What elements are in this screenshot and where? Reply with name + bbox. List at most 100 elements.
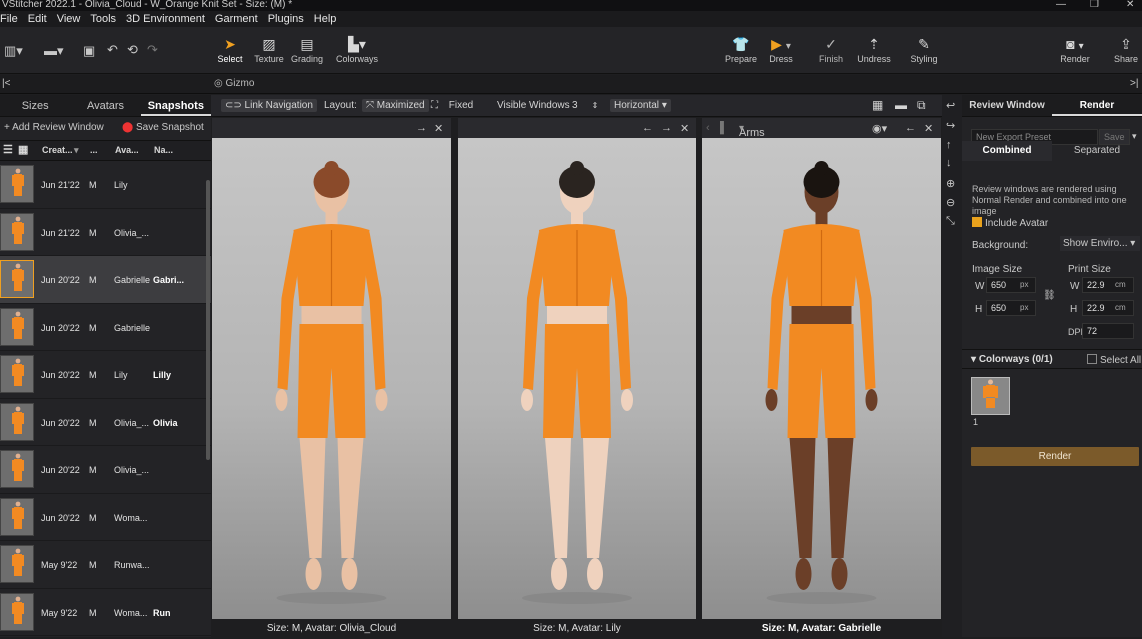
rotate-left-icon[interactable]: ↩ [946, 99, 955, 112]
menu-garment[interactable]: Garment [215, 13, 266, 25]
include-avatar-checkbox[interactable]: Include Avatar [972, 217, 1048, 229]
table-row[interactable]: Jun 20'22 M Olivia_... [0, 446, 211, 494]
tool-colorways[interactable]: ▙▾ Colorways [334, 36, 380, 64]
viewport-2[interactable]: ← → ✕ Size: M, Avatar: Lily [458, 118, 696, 637]
layout-maximized-button[interactable]: ⤧ Maximized [362, 99, 429, 112]
snapshot-scrollbar[interactable] [206, 180, 210, 460]
mode-combined[interactable]: Combined [962, 141, 1052, 161]
close-icon[interactable]: ✕ [1126, 0, 1134, 10]
fit-view-icon[interactable]: ⤡ [946, 215, 955, 228]
viewport-1-canvas[interactable] [212, 138, 451, 619]
library-icon[interactable]: ▥▾ [4, 43, 23, 59]
zoom-in-icon[interactable]: ⊕ [946, 177, 955, 190]
visibility-eye-icon[interactable]: ◉▾ [872, 122, 887, 135]
image-height-input[interactable]: 650 px [986, 300, 1036, 316]
orientation-select[interactable]: Horizontal ▾ [610, 99, 671, 112]
table-row[interactable]: Jun 20'22 M Lily Lilly [0, 351, 211, 399]
menu-plugins[interactable]: Plugins [268, 13, 312, 25]
float-window-icon[interactable]: ⧉ [917, 98, 926, 113]
table-row[interactable]: Jun 20'22 M Olivia_... Olivia [0, 399, 211, 446]
navigate-forward-icon[interactable]: → [416, 122, 427, 134]
grid-view-icon[interactable]: ▦ [18, 143, 28, 156]
table-row[interactable]: Jun 20'22 M Gabrielle Gabri... [0, 256, 211, 304]
column-created[interactable]: Creat... [42, 145, 73, 155]
tool-share[interactable]: ⇪ Share [1103, 36, 1142, 64]
viewport-1[interactable]: → ✕ Size: M, Avatar: Olivia_Cloud [212, 118, 451, 637]
tab-avatars[interactable]: Avatars [70, 95, 140, 116]
grid-layout-icon[interactable]: ▦ [872, 98, 883, 112]
minimize-icon[interactable]: — [1056, 0, 1066, 10]
folder-icon[interactable]: ▬▾ [44, 43, 64, 59]
tool-dress[interactable]: ▶ ▾ Dress [758, 36, 804, 64]
tab-snapshots[interactable]: Snapshots [140, 95, 211, 116]
column-avatar[interactable]: Ava... [115, 145, 139, 155]
background-select[interactable]: Show Enviro... ▾ [1060, 236, 1140, 251]
table-row[interactable]: Jun 20'22 M Gabrielle [0, 304, 211, 351]
print-width-input[interactable]: 22.9 cm [1082, 277, 1134, 293]
menu-tools[interactable]: Tools [90, 13, 124, 25]
table-row[interactable]: Jun 21'22 M Lily [0, 161, 211, 209]
colorways-icon: ▙▾ [348, 36, 366, 52]
undo-icon[interactable]: ↶ [107, 42, 118, 58]
stepper-icon[interactable]: ⇕ [592, 101, 599, 110]
link-aspect-icon[interactable]: ⛓ [1043, 290, 1056, 301]
tab-review-window[interactable]: Review Window [962, 95, 1052, 116]
collapse-right-icon[interactable]: >| [1130, 78, 1138, 89]
redo-icon[interactable]: ↷ [147, 42, 158, 58]
menu-view[interactable]: View [57, 13, 89, 25]
rotate-right-icon[interactable]: ↪ [946, 119, 955, 132]
collapse-left-icon[interactable]: |< [2, 78, 10, 89]
navigate-back-icon[interactable]: ← [905, 122, 916, 134]
close-viewport-icon[interactable]: ✕ [434, 122, 443, 135]
single-layout-icon[interactable]: ▬ [895, 98, 907, 112]
table-row[interactable]: May 9'22 M Runwa... [0, 541, 211, 589]
column-size[interactable]: ... [90, 145, 98, 155]
table-row[interactable]: Jun 20'22 M Woma... [0, 494, 211, 541]
tab-sizes[interactable]: Sizes [0, 95, 70, 116]
maximize-icon[interactable]: ❐ [1090, 0, 1099, 10]
menu-help[interactable]: Help [314, 13, 345, 25]
tool-finish[interactable]: ✓ Finish [808, 36, 854, 64]
navigate-back-icon[interactable]: ← [642, 122, 653, 134]
print-height-input[interactable]: 22.9 cm [1082, 300, 1134, 316]
pose-select[interactable]: Arms Down ▾ [739, 123, 767, 151]
visible-windows-input[interactable]: 3 ⇕ [572, 100, 598, 111]
save-snapshot-button[interactable]: ⬤ Save Snapshot [122, 122, 204, 133]
close-viewport-icon[interactable]: ✕ [924, 122, 933, 135]
link-navigation-button[interactable]: ⊂⊃ Link Navigation [221, 99, 317, 112]
table-row[interactable]: May 9'22 M Woma... Run [0, 589, 211, 636]
sort-down-icon[interactable]: ▾ [74, 145, 79, 156]
select-all-checkbox[interactable]: Select All [1087, 354, 1141, 366]
image-width-input[interactable]: 650 px [986, 277, 1036, 293]
tool-grading[interactable]: ▤ Grading [284, 36, 330, 64]
move-up-icon[interactable]: ↑ [946, 139, 952, 151]
tool-render[interactable]: ◙ ▾ Render [1052, 36, 1098, 64]
dpi-input[interactable]: 72 [1082, 323, 1134, 339]
list-view-icon[interactable]: ☰ [3, 143, 13, 156]
column-name[interactable]: Na... [154, 145, 173, 155]
colorway-thumbnail[interactable] [971, 377, 1010, 415]
viewport-2-canvas[interactable] [458, 138, 696, 619]
viewport-3[interactable]: ‹ ▌ Arms Down ▾ ◉▾ ← ✕ Size: M, Avatar: … [702, 118, 941, 637]
navigate-back-icon[interactable]: ‹ [706, 122, 710, 134]
close-viewport-icon[interactable]: ✕ [680, 122, 689, 135]
navigate-forward-icon[interactable]: → [661, 122, 672, 134]
history-icon[interactable]: ⟲ [127, 42, 138, 58]
menu-edit[interactable]: Edit [28, 13, 55, 25]
tool-styling[interactable]: ✎ Styling [901, 36, 947, 64]
move-down-icon[interactable]: ↓ [946, 157, 952, 169]
mode-separated[interactable]: Separated [1052, 141, 1142, 161]
menu-3d-environment[interactable]: 3D Environment [126, 13, 213, 25]
tool-undress[interactable]: ⇡ Undress [851, 36, 897, 64]
add-review-window-button[interactable]: + Add Review Window [4, 122, 104, 133]
colorways-toggle[interactable]: ▾ Colorways (0/1) [971, 354, 1053, 365]
layout-fixed-button[interactable]: ⛶ Fixed [431, 100, 473, 111]
menu-file[interactable]: File [0, 13, 26, 25]
tab-render[interactable]: Render [1052, 95, 1142, 116]
table-row[interactable]: Jun 21'22 M Olivia_... [0, 209, 211, 256]
render-button[interactable]: Render [971, 447, 1139, 466]
save-icon[interactable]: ▣ [83, 43, 95, 59]
zoom-out-icon[interactable]: ⊖ [946, 196, 955, 209]
gizmo-toggle[interactable]: ◎ Gizmo [214, 78, 254, 89]
viewport-3-canvas[interactable] [702, 138, 941, 619]
